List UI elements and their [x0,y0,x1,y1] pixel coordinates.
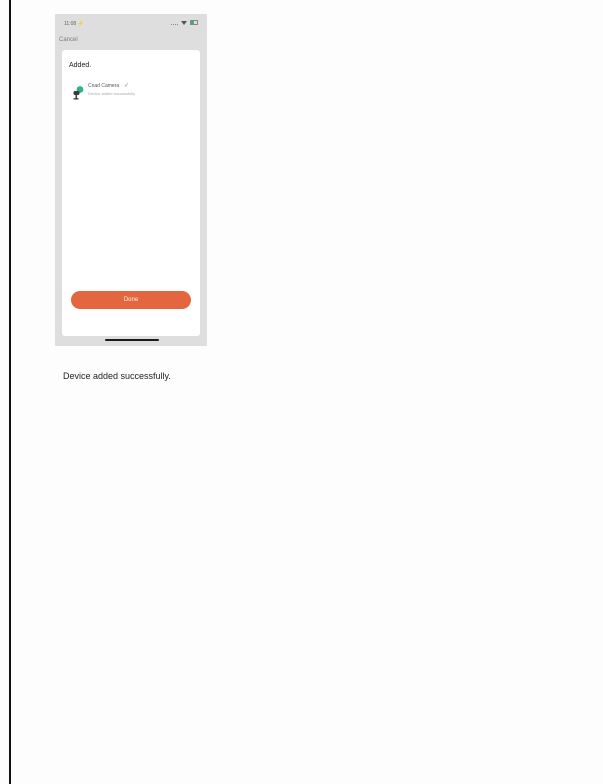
status-bar: 11:08 ⚡ [55,19,207,29]
device-name: Cnad Camera [88,83,120,89]
battery-icon [190,20,198,25]
phone-screenshot: 11:08 ⚡ Cancel Added. Cnad Camera ✓ Devi… [55,14,207,346]
wifi-icon [181,20,187,25]
done-button[interactable]: Done [71,291,191,309]
check-icon: ✓ [124,83,130,89]
added-sheet: Added. Cnad Camera ✓ Device added succes… [62,50,200,336]
status-icons [171,20,198,25]
page-margin-rule [9,0,11,784]
signal-icon [171,21,178,25]
device-status: Device added successfully [88,91,136,96]
home-indicator [105,339,159,341]
status-time: 11:08 ⚡ [64,21,84,27]
device-row: Cnad Camera ✓ Device added successfully [72,80,192,102]
camera-icon [73,86,84,100]
sheet-title: Added. [69,62,92,69]
cancel-link[interactable]: Cancel [59,37,78,43]
figure-caption: Device added successfully. [63,371,171,381]
document-page: 11:08 ⚡ Cancel Added. Cnad Camera ✓ Devi… [0,0,603,784]
